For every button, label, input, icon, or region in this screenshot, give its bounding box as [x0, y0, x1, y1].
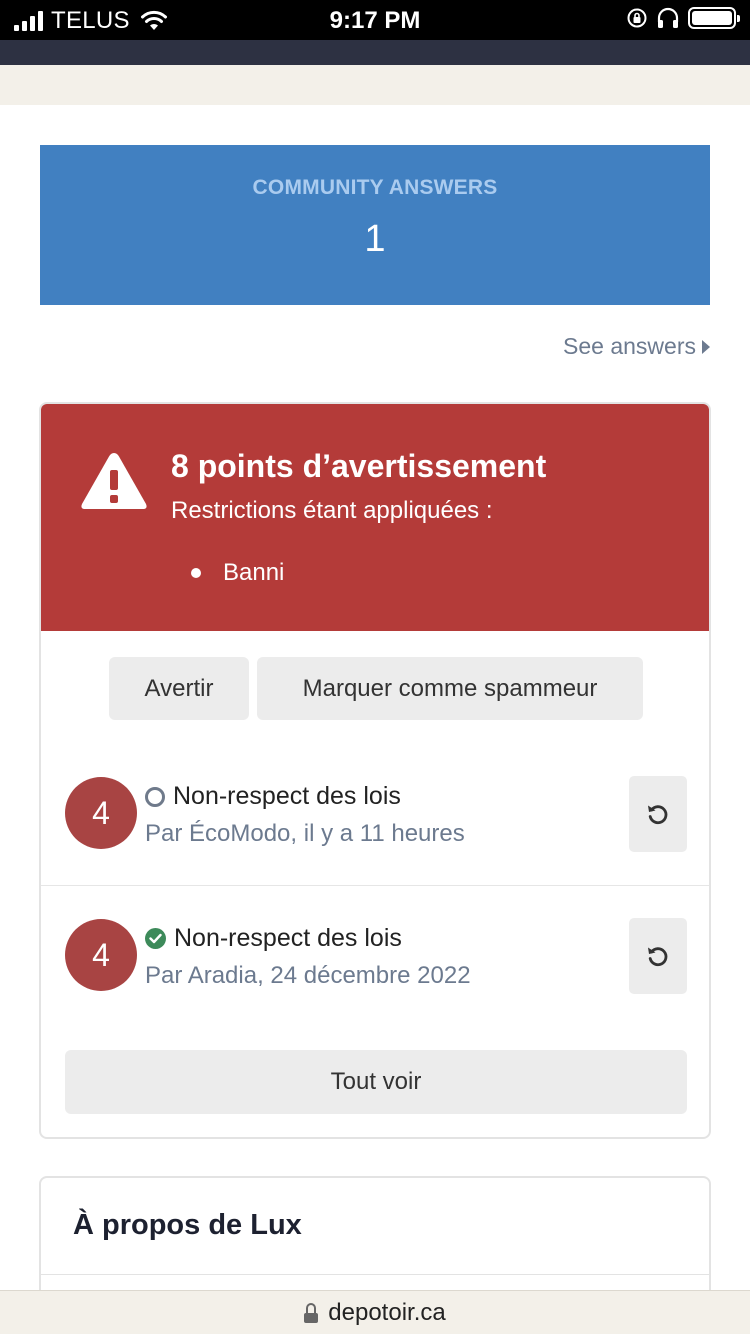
warning-meta: Par Aradia, 24 décembre 2022: [145, 962, 471, 989]
site-navbar: [0, 40, 750, 65]
divider: [41, 1274, 709, 1275]
warning-points-card: 8 points d’avertissement Restrictions ét…: [39, 402, 711, 1139]
about-title: À propos de Lux: [73, 1209, 302, 1241]
warn-button[interactable]: Avertir: [109, 657, 249, 720]
warning-row: 4 Non-respect des lois Par Aradia, 24 dé…: [41, 886, 709, 1028]
lock-icon: [304, 1302, 319, 1323]
view-all-button[interactable]: Tout voir: [65, 1050, 687, 1114]
battery-icon: [688, 7, 740, 29]
warning-points-title: 8 points d’avertissement: [171, 448, 547, 484]
community-answers-box: COMMUNITY ANSWERS 1: [40, 145, 710, 305]
revert-warning-button[interactable]: [629, 918, 687, 994]
status-bar: TELUS 9:17 PM: [0, 0, 750, 40]
warning-triangle-icon: [81, 453, 147, 509]
see-answers-link[interactable]: See answers: [563, 333, 710, 360]
community-answers-count: 1: [364, 218, 386, 260]
site-subheader: [0, 65, 750, 105]
browser-url-bar[interactable]: depotoir.ca: [0, 1290, 750, 1334]
mark-spammer-button[interactable]: Marquer comme spammeur: [257, 657, 643, 720]
warning-reason-line: Non-respect des lois: [145, 924, 402, 953]
restriction-item: Banni: [191, 559, 284, 587]
warning-points-badge: 4: [65, 777, 137, 849]
orientation-lock-icon: [627, 8, 647, 28]
see-answers-label: See answers: [563, 333, 696, 359]
pending-status-icon: [145, 786, 165, 807]
warning-reason-line: Non-respect des lois: [145, 782, 401, 811]
headphones-icon: [657, 7, 679, 28]
community-answers-title: COMMUNITY ANSWERS: [252, 176, 498, 199]
warning-meta: Par ÉcoModo, il y a 11 heures: [145, 820, 465, 847]
warning-row: 4 Non-respect des lois Par ÉcoModo, il y…: [41, 744, 709, 886]
warning-reason[interactable]: Non-respect des lois: [174, 924, 402, 953]
revert-warning-button[interactable]: [629, 776, 687, 852]
undo-icon: [648, 805, 668, 825]
warning-header: 8 points d’avertissement Restrictions ét…: [41, 404, 709, 631]
warning-points-badge: 4: [65, 919, 137, 991]
restriction-label: Banni: [223, 559, 285, 586]
url-text: depotoir.ca: [328, 1298, 446, 1326]
undo-icon: [648, 947, 668, 967]
caret-right-icon: [702, 339, 710, 354]
restrictions-subtitle: Restrictions étant appliquées :: [171, 497, 493, 524]
warning-reason[interactable]: Non-respect des lois: [173, 782, 401, 811]
bullet-icon: [191, 568, 201, 578]
approved-check-icon: [145, 928, 166, 949]
